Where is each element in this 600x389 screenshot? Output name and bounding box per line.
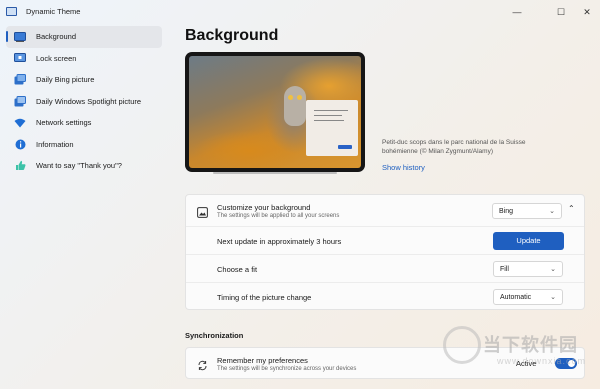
- sidebar-item-lock-screen[interactable]: Lock screen: [6, 48, 162, 70]
- wallpaper-preview: [185, 52, 365, 172]
- sidebar-item-thank-you[interactable]: Want to say "Thank you"?: [6, 155, 162, 177]
- source-select-value: Bing: [499, 208, 514, 215]
- sidebar-item-label: Lock screen: [36, 53, 77, 63]
- background-icon: [14, 31, 26, 43]
- timing-label: Timing of the picture change: [217, 293, 312, 302]
- sync-icon: [197, 358, 208, 376]
- sidebar-item-spotlight[interactable]: Daily Windows Spotlight picture: [6, 91, 162, 113]
- customize-subtitle: The settings will be applied to all your…: [217, 213, 340, 219]
- sidebar-item-label: Daily Windows Spotlight picture: [36, 96, 142, 106]
- sync-subtitle: The settings will be synchronize across …: [217, 366, 357, 372]
- chevron-down-icon: ⌄: [549, 208, 555, 215]
- wallpaper-image: [189, 56, 361, 168]
- customize-row[interactable]: Customize your background The settings w…: [186, 195, 584, 227]
- chevron-down-icon: ⌄: [550, 266, 556, 273]
- lock-screen-icon: [14, 52, 26, 64]
- watermark-logo: 当下软件园 www.downxia.com: [437, 322, 597, 382]
- sidebar-item-label: Network settings: [36, 118, 92, 128]
- sidebar-item-label: Information: [36, 139, 74, 149]
- thumbs-up-icon: [14, 160, 26, 172]
- sidebar-item-bing[interactable]: Daily Bing picture: [6, 69, 162, 91]
- fit-row: Choose a fit Fill ⌄: [186, 255, 584, 283]
- image-icon: [197, 205, 208, 223]
- close-button[interactable]: ✕: [578, 4, 596, 20]
- fit-label: Choose a fit: [217, 265, 258, 274]
- bing-picture-icon: [14, 74, 26, 86]
- sidebar: Background Lock screen Daily Bing pictur…: [0, 26, 170, 177]
- show-history-link[interactable]: Show history: [382, 163, 425, 172]
- app-icon: [6, 7, 17, 16]
- sidebar-item-label: Background: [36, 32, 77, 42]
- next-update-row: Next update in approximately 3 hours Upd…: [186, 227, 584, 255]
- spotlight-icon: [14, 95, 26, 107]
- maximize-button[interactable]: ☐: [552, 4, 570, 20]
- sync-title: Remember my preferences: [217, 356, 308, 365]
- sidebar-item-label: Daily Bing picture: [36, 75, 95, 85]
- customize-title: Customize your background: [217, 203, 311, 212]
- collapse-icon[interactable]: ⌃: [568, 204, 575, 213]
- timing-row: Timing of the picture change Automatic ⌄: [186, 283, 584, 311]
- chevron-down-icon: ⌄: [550, 294, 556, 301]
- title-bar: Dynamic Theme — ☐ ✕: [0, 0, 600, 24]
- sidebar-item-information[interactable]: Information: [6, 134, 162, 156]
- source-select[interactable]: Bing ⌄: [492, 203, 562, 219]
- timing-select-value: Automatic: [500, 294, 532, 301]
- fit-select[interactable]: Fill ⌄: [493, 261, 563, 277]
- next-update-label: Next update in approximately 3 hours: [217, 237, 342, 246]
- fit-select-value: Fill: [500, 266, 509, 273]
- page-title: Background: [185, 27, 279, 44]
- sidebar-item-network[interactable]: Network settings: [6, 112, 162, 134]
- sidebar-item-background[interactable]: Background: [6, 26, 162, 48]
- app-title: Dynamic Theme: [26, 7, 81, 16]
- wifi-icon: [14, 117, 26, 129]
- sidebar-item-label: Want to say "Thank you"?: [36, 161, 122, 171]
- wallpaper-caption: Petit-duc scops dans le parc national de…: [382, 139, 526, 155]
- preview-window-mock: [306, 100, 358, 156]
- main-content: Background Petit-duc scops dans le parc …: [185, 26, 590, 379]
- sync-section-title: Synchronization: [185, 331, 244, 340]
- info-icon: [14, 138, 26, 150]
- monitor-stand: [213, 172, 337, 174]
- timing-select[interactable]: Automatic ⌄: [493, 289, 563, 305]
- update-button[interactable]: Update: [493, 232, 564, 250]
- minimize-button[interactable]: —: [508, 4, 526, 20]
- owl-figure: [284, 86, 306, 126]
- settings-card: Customize your background The settings w…: [185, 194, 585, 310]
